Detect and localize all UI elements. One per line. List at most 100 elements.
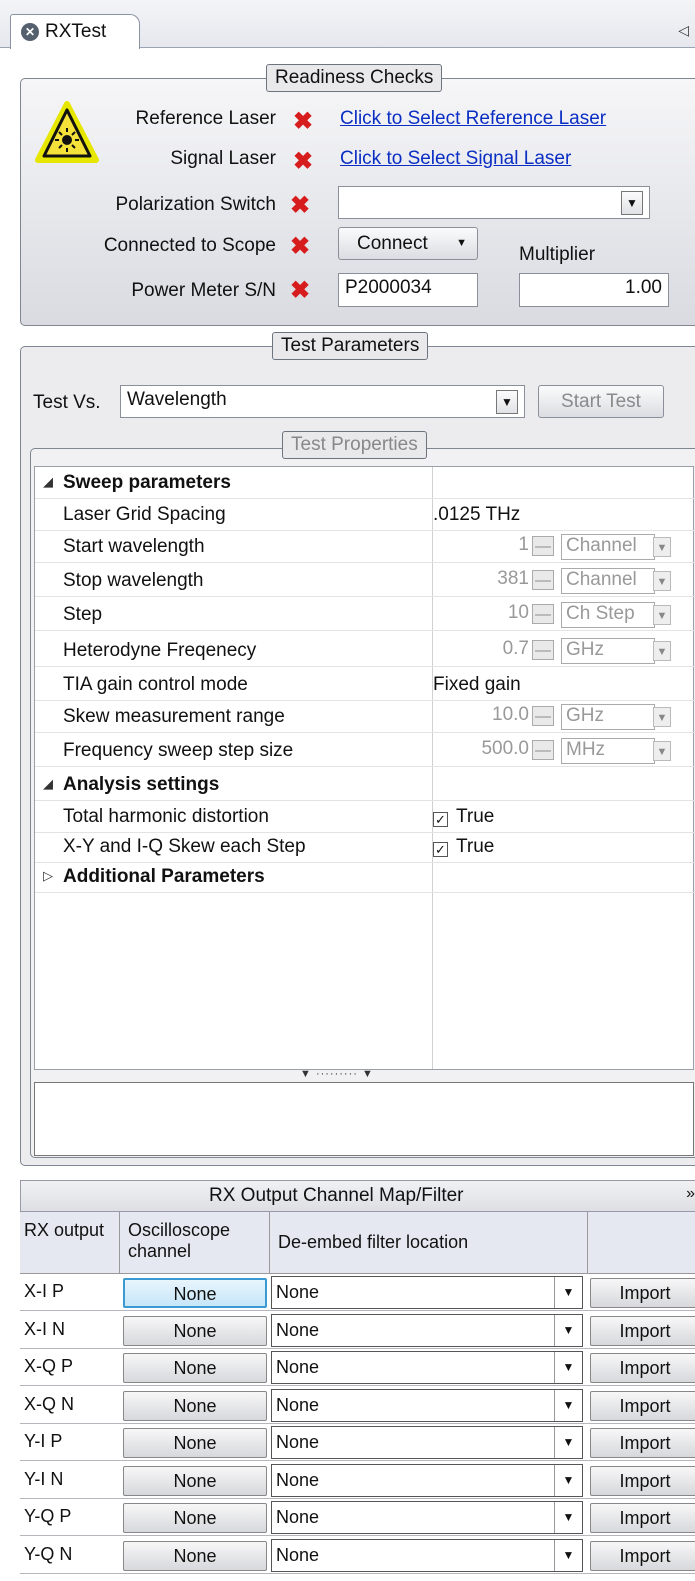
collapse-triangle-icon[interactable]: ◢ — [43, 776, 53, 792]
oscilloscope-channel-button[interactable]: None — [123, 1278, 267, 1308]
checkbox[interactable]: ✓ — [433, 842, 448, 857]
oscilloscope-channel-button[interactable]: None — [123, 1428, 267, 1458]
prop-skew-measurement-range[interactable]: Skew measurement range 10.0 GHz ▼ — [35, 701, 695, 733]
spinner[interactable] — [532, 570, 554, 590]
deembed-filter-select[interactable]: None ▼ — [271, 1464, 583, 1497]
rx-output-cell: Y-Q N — [24, 1544, 73, 1564]
chevron-down-icon[interactable]: ▼ — [653, 537, 671, 557]
chevron-down-icon[interactable]: ▼ — [554, 1465, 582, 1496]
select-reference-laser-link[interactable]: Click to Select Reference Laser — [340, 108, 606, 130]
tab-rxtest[interactable]: ✕ RXTest — [10, 14, 140, 49]
import-button[interactable]: Import — [590, 1503, 695, 1533]
oscilloscope-channel-button[interactable]: None — [123, 1353, 267, 1383]
description-panel — [34, 1082, 694, 1156]
chevron-down-icon[interactable]: ▼ — [496, 390, 518, 414]
oscilloscope-channel-button[interactable]: None — [123, 1391, 267, 1421]
power-meter-sn-label: Power Meter S/N — [131, 280, 276, 301]
deembed-filter-select[interactable]: None ▼ — [271, 1314, 583, 1347]
col-header-oscilloscope-channel: Oscilloscope channel — [120, 1212, 270, 1274]
import-button[interactable]: Import — [590, 1353, 695, 1383]
deembed-filter-value: None — [276, 1395, 320, 1415]
deembed-filter-value: None — [276, 1507, 320, 1527]
spinner[interactable] — [532, 604, 554, 624]
chevron-down-icon[interactable]: ▼ — [554, 1502, 582, 1533]
import-button[interactable]: Import — [590, 1466, 695, 1496]
deembed-filter-select[interactable]: None ▼ — [271, 1389, 583, 1422]
col-header-deembed-filter: De-embed filter location — [270, 1212, 588, 1274]
prop-step[interactable]: Step 10 Ch Step ▼ — [35, 599, 695, 631]
category-sweep-parameters[interactable]: ◢ Sweep parameters — [35, 467, 695, 499]
deembed-filter-value: None — [276, 1432, 320, 1452]
chevron-down-icon[interactable]: ▼ — [653, 571, 671, 591]
chevron-down-icon[interactable]: ▼ — [621, 191, 643, 215]
prop-xy-iq-skew[interactable]: X-Y and I-Q Skew each Step ✓ True — [35, 831, 695, 863]
test-vs-select[interactable]: Wavelength ▼ — [120, 385, 525, 418]
multiplier-input[interactable]: 1.00 — [519, 273, 669, 307]
prop-frequency-sweep-step[interactable]: Frequency sweep step size 500.0 MHz ▼ — [35, 735, 695, 767]
deembed-filter-value: None — [276, 1357, 320, 1377]
connected-to-scope-label: Connected to Scope — [103, 235, 276, 256]
chevron-down-icon: ▼ — [456, 237, 467, 249]
import-button[interactable]: Import — [590, 1278, 695, 1308]
connect-button[interactable]: Connect ▼ — [338, 227, 478, 260]
spinner[interactable] — [532, 706, 554, 726]
prop-heterodyne-frequency[interactable]: Heterodyne Freqenecy 0.7 GHz ▼ — [35, 635, 695, 667]
property-grid[interactable]: ◢ Sweep parameters Laser Grid Spacing .0… — [34, 466, 695, 1070]
signal-laser-label: Signal Laser — [170, 148, 276, 169]
category-additional-parameters[interactable]: ▷ Additional Parameters — [35, 861, 695, 893]
import-button[interactable]: Import — [590, 1541, 695, 1571]
expand-triangle-icon[interactable]: ▷ — [43, 868, 53, 884]
splitter-handle[interactable]: ▼ ········· ▼ — [300, 1068, 374, 1080]
select-signal-laser-link[interactable]: Click to Select Signal Laser — [340, 148, 571, 170]
chevron-down-icon[interactable]: ▼ — [653, 741, 671, 761]
oscilloscope-channel-button[interactable]: None — [123, 1503, 267, 1533]
chevron-down-icon[interactable]: ▼ — [554, 1315, 582, 1346]
import-button[interactable]: Import — [590, 1428, 695, 1458]
col-header-import — [588, 1212, 695, 1274]
chevron-down-icon[interactable]: ▼ — [653, 707, 671, 727]
collapse-triangle-icon[interactable]: ◢ — [43, 474, 53, 490]
chevron-down-icon[interactable]: ▼ — [554, 1352, 582, 1383]
prop-laser-grid-spacing[interactable]: Laser Grid Spacing .0125 THz — [35, 499, 695, 531]
chevron-down-icon[interactable]: ▼ — [554, 1390, 582, 1421]
oscilloscope-channel-button[interactable]: None — [123, 1541, 267, 1571]
import-button[interactable]: Import — [590, 1391, 695, 1421]
spinner[interactable] — [532, 640, 554, 660]
close-icon[interactable]: ✕ — [21, 23, 39, 41]
channel-map-header[interactable]: RX Output Channel Map/Filter » — [20, 1180, 695, 1212]
chevron-down-icon[interactable]: ▼ — [653, 605, 671, 625]
category-analysis-settings[interactable]: ◢ Analysis settings — [35, 769, 695, 801]
scroll-left-icon[interactable]: ◁ — [678, 22, 689, 39]
prop-start-wavelength[interactable]: Start wavelength 1 Channel ▼ — [35, 531, 695, 563]
deembed-filter-select[interactable]: None ▼ — [271, 1276, 583, 1309]
deembed-filter-select[interactable]: None ▼ — [271, 1351, 583, 1384]
deembed-filter-value: None — [276, 1470, 320, 1490]
oscilloscope-channel-button[interactable]: None — [123, 1316, 267, 1346]
polarization-switch-select[interactable]: ▼ — [338, 186, 650, 219]
start-test-button[interactable]: Start Test — [538, 385, 664, 418]
test-parameters-legend: Test Parameters — [272, 332, 429, 360]
prop-tia-gain-control[interactable]: TIA gain control mode Fixed gain — [35, 669, 695, 701]
test-vs-label: Test Vs. — [33, 392, 101, 413]
chevron-down-icon[interactable]: ▼ — [554, 1427, 582, 1458]
chevron-down-icon[interactable]: ▼ — [554, 1277, 582, 1308]
chevron-down-icon[interactable]: ▼ — [653, 641, 671, 661]
checkbox[interactable]: ✓ — [433, 812, 448, 827]
prop-stop-wavelength[interactable]: Stop wavelength 381 Channel ▼ — [35, 565, 695, 597]
table-row: Y-Q N None None ▼ Import — [20, 1537, 695, 1574]
chevron-down-icon[interactable]: ▼ — [554, 1540, 582, 1571]
oscilloscope-channel-button[interactable]: None — [123, 1466, 267, 1496]
import-button[interactable]: Import — [590, 1316, 695, 1346]
deembed-filter-select[interactable]: None ▼ — [271, 1426, 583, 1459]
collapse-icon[interactable]: » — [686, 1185, 695, 1203]
table-row: X-I N None None ▼ Import — [20, 1312, 695, 1349]
connect-label: Connect — [357, 233, 428, 254]
deembed-filter-select[interactable]: None ▼ — [271, 1501, 583, 1534]
power-meter-sn-input[interactable]: P2000034 — [338, 273, 478, 307]
deembed-filter-select[interactable]: None ▼ — [271, 1539, 583, 1572]
polarization-status-icon: ✖ — [290, 192, 311, 219]
spinner[interactable] — [532, 536, 554, 556]
prop-total-harmonic-distortion[interactable]: Total harmonic distortion ✓ True — [35, 801, 695, 833]
spinner[interactable] — [532, 740, 554, 760]
signal-laser-status-icon: ✖ — [293, 148, 314, 175]
